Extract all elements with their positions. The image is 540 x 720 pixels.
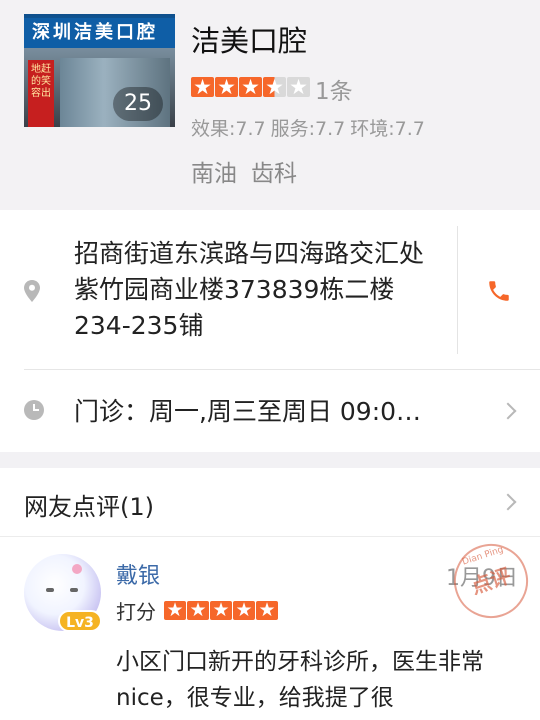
avatar-eye [70, 588, 78, 592]
reviews-section: 网友点评(1) Lv3 戴银 打分 ★ ★ ★ ★ ★ 1月9日 Dian Pi… [0, 468, 540, 720]
star-half-icon: ★ [263, 77, 286, 98]
star-icon: ★ [215, 77, 238, 98]
reviews-header[interactable]: 网友点评(1) [0, 468, 540, 536]
score-environment: 环境:7.7 [350, 118, 425, 140]
chevron-right-icon [499, 402, 517, 420]
tag-area[interactable]: 南油 [191, 161, 237, 187]
clock-icon [24, 400, 44, 420]
rating-label: 打分 [116, 599, 156, 624]
shop-header: 深圳洁美口腔 地赶的笑容出 25 洁美口腔 ★ ★ ★ ★ ★ 1条 效果:7.… [0, 0, 540, 210]
divider [0, 536, 540, 537]
user-level-badge: Lv3 [58, 610, 102, 632]
divider [457, 226, 458, 354]
shop-photo-sign: 深圳洁美口腔 [24, 18, 175, 48]
shop-address: 招商街道东滨路与四海路交汇处紫竹园商业楼373839栋二楼234-235铺 [74, 239, 425, 340]
star-empty-icon: ★ [287, 77, 310, 98]
review-count: 1条 [315, 79, 353, 105]
shop-photo[interactable]: 深圳洁美口腔 地赶的笑容出 25 [24, 14, 175, 127]
star-icon: ★ [191, 77, 214, 98]
avatar-eye [46, 588, 54, 592]
review-user-name[interactable]: 戴银 [116, 558, 160, 590]
star-icon: ★ [210, 600, 232, 620]
shop-info-panel: 招商街道东滨路与四海路交汇处紫竹园商业楼373839栋二楼234-235铺 门诊… [0, 210, 540, 452]
hours-row[interactable]: 门诊：周一,周三至周日 09:0… [0, 370, 540, 452]
shop-name: 洁美口腔 [191, 24, 308, 58]
photo-count-badge: 25 [113, 87, 163, 121]
business-hours: 门诊：周一,周三至周日 09:0… [74, 397, 422, 426]
shop-scores: 效果:7.7 服务:7.7 环境:7.7 [191, 114, 430, 141]
review-text: 小区门口新开的牙科诊所，医生非常nice，很专业，给我提了很 [116, 649, 484, 711]
shop-tags: 南油 齿科 [191, 154, 311, 188]
dianping-stamp-icon: Dian Ping 点评 [444, 534, 538, 628]
star-icon: ★ [239, 77, 262, 98]
address-row[interactable]: 招商街道东滨路与四海路交汇处紫竹园商业楼373839栋二楼234-235铺 [0, 210, 540, 370]
avatar-flower [72, 564, 82, 574]
score-effect: 效果:7.7 [191, 118, 266, 140]
chevron-right-icon [499, 493, 517, 511]
reviews-title: 网友点评(1) [24, 493, 154, 521]
star-icon: ★ [164, 600, 186, 620]
location-pin-icon [24, 280, 40, 302]
tag-category[interactable]: 齿科 [251, 161, 297, 187]
star-icon: ★ [233, 600, 255, 620]
score-service: 服务:7.7 [270, 118, 346, 140]
shop-rating-stars: ★ ★ ★ ★ ★ [191, 77, 311, 99]
review-rating: 打分 ★ ★ ★ ★ ★ [116, 598, 279, 624]
star-icon: ★ [256, 600, 278, 620]
star-icon: ★ [187, 600, 209, 620]
phone-icon[interactable] [486, 278, 512, 304]
shop-photo-banner: 地赶的笑容出 [28, 60, 54, 127]
